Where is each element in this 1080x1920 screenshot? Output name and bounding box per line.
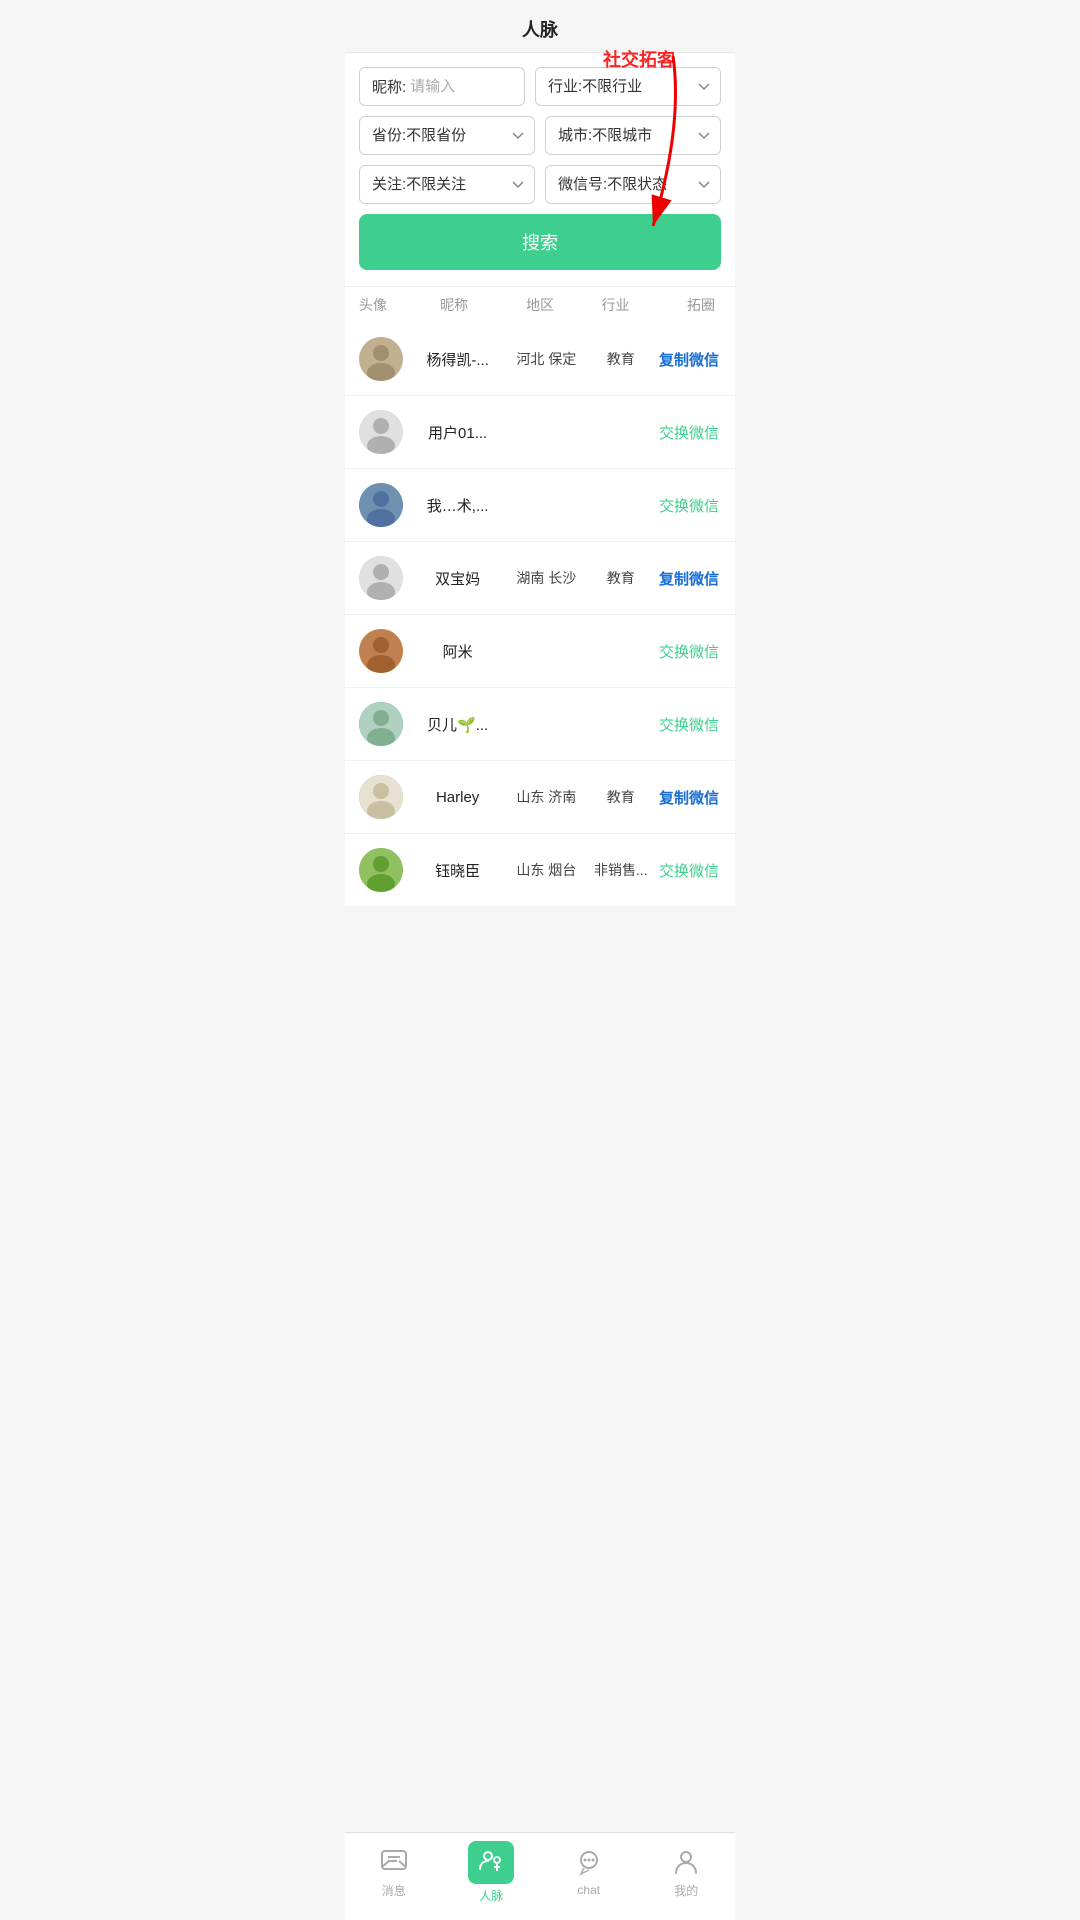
avatar-wrap <box>359 410 413 454</box>
avatar <box>359 556 403 600</box>
user-name: 双宝妈 <box>413 568 502 589</box>
nav-item-messages[interactable]: 消息 <box>364 1847 424 1899</box>
follow-select[interactable]: 关注:不限关注 <box>359 165 535 204</box>
nav-item-profile[interactable]: 我的 <box>656 1847 716 1899</box>
filter-row-1: 昵称: 行业:不限行业 <box>359 67 721 106</box>
province-select[interactable]: 省份:不限省份 <box>359 116 535 155</box>
nav-item-chat[interactable]: chat <box>559 1848 619 1897</box>
user-name: 钰晓臣 <box>413 860 502 881</box>
exchange-wechat-button[interactable]: 交换微信 <box>659 422 719 443</box>
user-action-wrap: 交换微信 <box>651 422 721 443</box>
avatar <box>359 775 403 819</box>
filter-section: 昵称: 行业:不限行业 省份:不限省份 城市:不限城市 关注:不限关注 微信号:… <box>345 53 735 286</box>
nav-label-contacts: 人脉 <box>479 1887 503 1904</box>
user-row: 用户01... 交换微信 <box>345 396 735 469</box>
nickname-prefix: 昵称: <box>360 76 410 97</box>
avatar-wrap <box>359 702 413 746</box>
user-name: 贝儿🌱... <box>413 714 502 735</box>
page-title: 人脉 <box>522 20 558 40</box>
nickname-input-wrapper: 昵称: <box>359 67 525 106</box>
user-action-wrap: 交换微信 <box>651 641 721 662</box>
avatar <box>359 337 403 381</box>
col-header-avatar: 头像 <box>359 295 413 315</box>
avatar-wrap <box>359 848 413 892</box>
contacts-icon <box>468 1841 514 1884</box>
page-header: 人脉 <box>345 0 735 53</box>
user-row: 双宝妈湖南 长沙教育复制微信 <box>345 542 735 615</box>
user-row: 杨得凯-...河北 保定教育复制微信 <box>345 323 735 396</box>
user-region: 山东 烟台 <box>502 860 590 880</box>
bottom-nav: 消息 人脉 chat <box>345 1832 735 1920</box>
avatar-wrap <box>359 556 413 600</box>
user-row: Harley山东 济南教育复制微信 <box>345 761 735 834</box>
table-header: 头像 昵称 地区 行业 拓圈 <box>345 286 735 323</box>
avatar <box>359 483 403 527</box>
exchange-wechat-button[interactable]: 交换微信 <box>659 641 719 662</box>
user-action-wrap: 复制微信 <box>651 568 721 589</box>
chat-icon <box>575 1848 603 1880</box>
user-region: 山东 济南 <box>502 787 590 807</box>
filter-row-3: 关注:不限关注 微信号:不限状态 <box>359 165 721 204</box>
exchange-wechat-button[interactable]: 交换微信 <box>659 495 719 516</box>
user-row: 钰晓臣山东 烟台非销售... 交换微信 <box>345 834 735 907</box>
avatar <box>359 629 403 673</box>
messages-icon <box>380 1847 408 1879</box>
user-industry: 教育 <box>590 349 651 369</box>
user-industry: 教育 <box>590 568 651 588</box>
avatar <box>359 702 403 746</box>
user-industry: 教育 <box>590 787 651 807</box>
city-select[interactable]: 城市:不限城市 <box>545 116 721 155</box>
nav-label-chat: chat <box>577 1883 600 1897</box>
col-header-name: 昵称 <box>413 295 495 315</box>
avatar-wrap <box>359 483 413 527</box>
user-action-wrap: 复制微信 <box>651 787 721 808</box>
user-action-wrap: 交换微信 <box>651 860 721 881</box>
industry-select[interactable]: 行业:不限行业 <box>535 67 721 106</box>
exchange-wechat-button[interactable]: 交换微信 <box>659 860 719 881</box>
nickname-input[interactable] <box>410 68 525 105</box>
col-header-region: 地区 <box>495 295 584 315</box>
nav-label-messages: 消息 <box>382 1882 406 1899</box>
user-list: 杨得凯-...河北 保定教育复制微信用户01...交换微信我…术,...交换微信… <box>345 323 735 907</box>
nav-label-profile: 我的 <box>674 1882 698 1899</box>
user-name: 阿米 <box>413 641 502 662</box>
user-region: 湖南 长沙 <box>502 568 590 588</box>
user-action-wrap: 复制微信 <box>651 349 721 370</box>
user-industry: 非销售... <box>590 860 651 880</box>
user-row: 贝儿🌱... 交换微信 <box>345 688 735 761</box>
col-header-action: 拓圈 <box>646 295 721 315</box>
avatar-wrap <box>359 337 413 381</box>
user-name: Harley <box>413 789 502 806</box>
exchange-wechat-button[interactable]: 交换微信 <box>659 714 719 735</box>
col-header-industry: 行业 <box>585 295 647 315</box>
copy-wechat-button[interactable]: 复制微信 <box>659 787 719 808</box>
user-name: 用户01... <box>413 422 502 443</box>
avatar <box>359 410 403 454</box>
avatar-wrap <box>359 775 413 819</box>
wechat-select[interactable]: 微信号:不限状态 <box>545 165 721 204</box>
user-action-wrap: 交换微信 <box>651 495 721 516</box>
user-name: 我…术,... <box>413 495 502 516</box>
user-row: 我…术,... 交换微信 <box>345 469 735 542</box>
user-name: 杨得凯-... <box>413 349 502 370</box>
profile-icon <box>672 1847 700 1879</box>
nav-item-contacts[interactable]: 人脉 <box>461 1841 521 1904</box>
user-row: 阿米 交换微信 <box>345 615 735 688</box>
filter-row-2: 省份:不限省份 城市:不限城市 <box>359 116 721 155</box>
avatar-wrap <box>359 629 413 673</box>
user-action-wrap: 交换微信 <box>651 714 721 735</box>
copy-wechat-button[interactable]: 复制微信 <box>659 349 719 370</box>
avatar <box>359 848 403 892</box>
search-button[interactable]: 搜索 <box>359 214 721 270</box>
copy-wechat-button[interactable]: 复制微信 <box>659 568 719 589</box>
user-region: 河北 保定 <box>502 349 590 369</box>
